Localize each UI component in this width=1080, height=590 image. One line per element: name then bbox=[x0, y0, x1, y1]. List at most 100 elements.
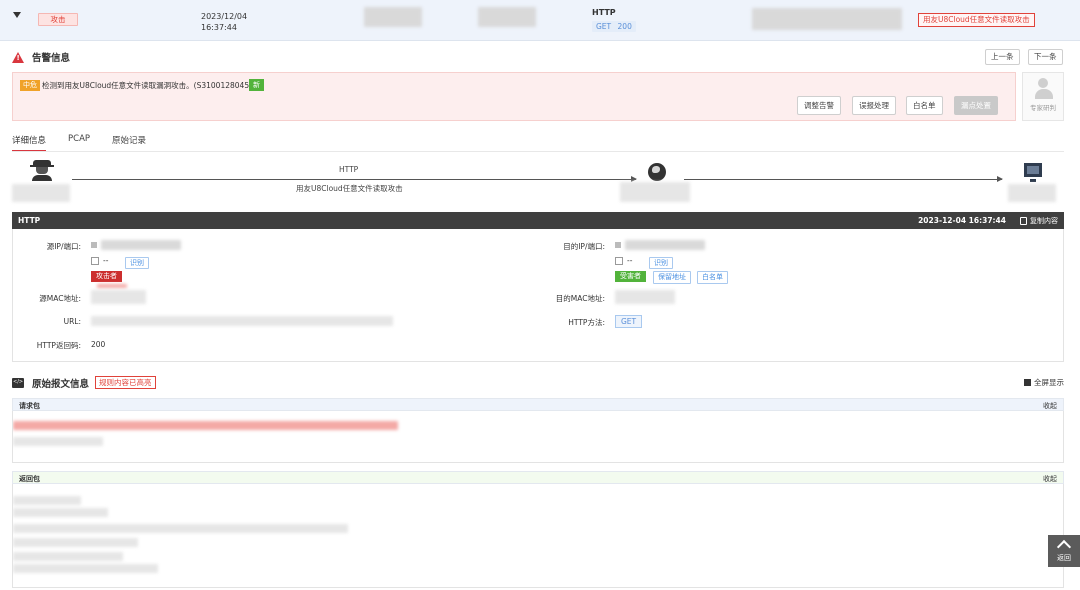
monitor-icon bbox=[1024, 163, 1042, 182]
redacted-src-mac bbox=[91, 290, 146, 304]
http-detail-title: HTTP bbox=[18, 216, 41, 225]
detail-tabs: 详细信息 PCAP 原始记录 bbox=[12, 134, 146, 152]
redacted-src-ip bbox=[101, 240, 181, 250]
request-packet-header: 请求包 收起 bbox=[12, 398, 1064, 411]
src-ip-label: 源IP/端口: bbox=[46, 242, 81, 251]
redacted-request-line bbox=[13, 421, 398, 430]
rule-name-tag: 用友U8Cloud任意文件读取攻击 bbox=[918, 13, 1035, 27]
redacted-response-line-4 bbox=[13, 538, 138, 547]
fullscreen-button[interactable]: 全屏显示 bbox=[1024, 377, 1064, 388]
redacted-response-line-3 bbox=[13, 524, 348, 533]
http-detail-body: 源IP/端口: -- 识别 攻击者 源MAC地址: URL: HTTP返回码: … bbox=[12, 229, 1064, 362]
alert-info-title: 告警信息 bbox=[32, 53, 71, 64]
tab-raw-record[interactable]: 原始记录 bbox=[112, 134, 146, 152]
copy-content-label: 复制内容 bbox=[1030, 217, 1058, 225]
redacted-middle-ip bbox=[620, 182, 690, 202]
fullscreen-label: 全屏显示 bbox=[1034, 378, 1064, 387]
top-method-status: GET 200 bbox=[592, 21, 636, 32]
flow-description: 用友U8Cloud任意文件读取攻击 bbox=[296, 184, 403, 193]
adjust-alert-button[interactable]: 调整告警 bbox=[797, 96, 841, 115]
redacted-response-line-5 bbox=[13, 552, 123, 561]
response-packet-header: 返回包 收起 bbox=[12, 471, 1064, 484]
http-code-value: 200 bbox=[91, 340, 106, 349]
copy-small-icon[interactable] bbox=[91, 257, 99, 265]
src-identify-button[interactable]: 识别 bbox=[125, 257, 149, 269]
redacted-attacker-ip bbox=[12, 184, 70, 202]
redacted-destination bbox=[478, 7, 536, 27]
dst-dash: -- bbox=[627, 256, 633, 265]
redacted-response-line-2 bbox=[13, 508, 108, 517]
keep-address-button[interactable]: 保留地址 bbox=[653, 271, 691, 284]
redacted-response-line-6 bbox=[13, 564, 158, 573]
http-detail-timestamp: 2023-12-04 16:37:44 bbox=[918, 216, 1006, 225]
rule-highlight-tag: 规则内容已高亮 bbox=[95, 376, 156, 389]
response-collapse-button[interactable]: 收起 bbox=[1043, 474, 1057, 484]
expert-review-label: 专家研判 bbox=[1030, 104, 1056, 112]
dst-whitelist-button[interactable]: 白名单 bbox=[697, 271, 728, 284]
src-mac-label: 源MAC地址: bbox=[39, 294, 81, 303]
dst-ip-value bbox=[615, 240, 705, 250]
http-code-label: HTTP返回码: bbox=[36, 341, 81, 350]
flow-arrow-2 bbox=[684, 176, 1003, 182]
back-label: 返回 bbox=[1057, 554, 1071, 562]
request-collapse-button[interactable]: 收起 bbox=[1043, 401, 1057, 411]
expand-caret-icon[interactable] bbox=[13, 12, 21, 18]
attacker-tag: 攻击者 bbox=[91, 271, 122, 282]
http-method-value: GET bbox=[615, 315, 643, 328]
dst-ip-label: 目的IP/端口: bbox=[563, 242, 605, 251]
url-label: URL: bbox=[63, 317, 81, 326]
src-sub-row: -- bbox=[91, 256, 108, 265]
alert-time: 2023/12/04 16:37:44 bbox=[201, 11, 247, 33]
whitelist-button[interactable]: 白名单 bbox=[906, 96, 943, 115]
redacted-victim-ip bbox=[1008, 184, 1056, 202]
response-packet-body bbox=[12, 484, 1064, 588]
code-icon bbox=[12, 377, 24, 388]
redacted-response-line-1 bbox=[13, 496, 81, 505]
dst-identify-button[interactable]: 识别 bbox=[649, 257, 673, 269]
false-positive-button[interactable]: 误报处理 bbox=[852, 96, 896, 115]
copy-small-icon-dst[interactable] bbox=[615, 257, 623, 265]
tab-pcap[interactable]: PCAP bbox=[68, 134, 90, 152]
top-method: GET bbox=[596, 22, 612, 31]
victim-tag: 受害者 bbox=[615, 271, 646, 282]
redacted-dst-ip bbox=[625, 240, 705, 250]
http-detail-header: HTTP 2023-12-04 16:37:44 复制内容 bbox=[12, 212, 1064, 229]
response-packet-label: 返回包 bbox=[19, 475, 40, 483]
copy-content-button[interactable]: 复制内容 bbox=[1020, 216, 1058, 226]
raw-message-header: 原始报文信息 规则内容已高亮 bbox=[12, 375, 156, 390]
top-status-code: 200 bbox=[617, 22, 632, 31]
flow-arrow-1 bbox=[72, 176, 637, 182]
alert-message-box: 中危 检测到用友U8Cloud任意文件读取漏洞攻击。(S3100128045) … bbox=[12, 72, 1016, 121]
redacted-source bbox=[364, 7, 422, 27]
redacted-url bbox=[91, 316, 393, 326]
flow-protocol: HTTP bbox=[339, 165, 359, 174]
attack-flow-diagram: HTTP 用友U8Cloud任意文件读取攻击 bbox=[12, 152, 1064, 208]
http-method-label: HTTP方法: bbox=[568, 318, 605, 327]
back-to-top-button[interactable]: 返回 bbox=[1048, 535, 1080, 567]
raw-message-title: 原始报文信息 bbox=[32, 378, 90, 390]
host-icon bbox=[91, 242, 97, 248]
src-ip-value bbox=[91, 240, 181, 250]
alert-info-header: 告警信息 bbox=[12, 49, 70, 65]
expert-review-card[interactable]: 专家研判 bbox=[1022, 72, 1064, 121]
redacted-dst-mac bbox=[615, 290, 675, 304]
host-icon-dst bbox=[615, 242, 621, 248]
warning-icon bbox=[12, 51, 24, 63]
dst-mac-label: 目的MAC地址: bbox=[555, 294, 605, 303]
attacker-icon bbox=[30, 160, 54, 182]
fullscreen-icon bbox=[1024, 379, 1031, 386]
next-alert-button[interactable]: 下一条 bbox=[1028, 49, 1063, 65]
expert-avatar-icon bbox=[1035, 78, 1053, 100]
alert-summary-row[interactable]: 攻击 2023/12/04 16:37:44 HTTP GET 200 用友U8… bbox=[0, 0, 1080, 41]
request-packet-body bbox=[12, 411, 1064, 463]
dst-sub-row: -- bbox=[615, 256, 632, 265]
attack-tag: 攻击 bbox=[38, 13, 78, 26]
copy-icon bbox=[1020, 217, 1027, 225]
redacted-target bbox=[752, 8, 902, 30]
tab-detail[interactable]: 详细信息 bbox=[12, 134, 47, 152]
vuln-handle-button[interactable]: 漏点处置 bbox=[954, 96, 998, 115]
request-packet-label: 请求包 bbox=[19, 402, 40, 410]
alert-date: 2023/12/04 bbox=[201, 12, 248, 21]
prev-alert-button[interactable]: 上一条 bbox=[985, 49, 1020, 65]
alert-clock: 16:37:44 bbox=[201, 23, 237, 32]
